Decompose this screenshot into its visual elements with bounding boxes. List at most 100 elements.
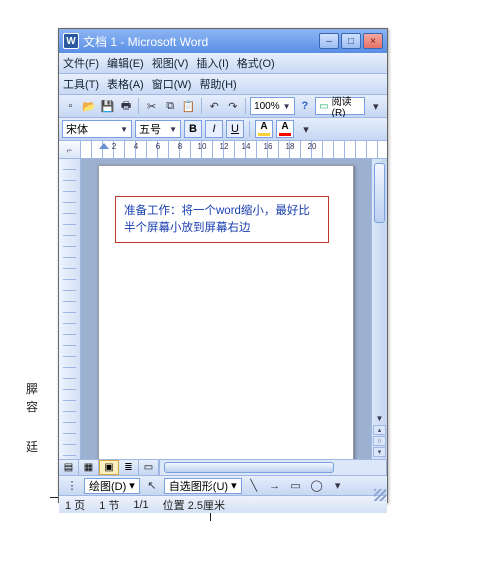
draw-label: 绘图(D) [89,478,126,494]
redo-icon[interactable]: ↷ [225,97,242,115]
drawing-toolbar: ⋮ 绘图(D) ▾ ↖ 自选图形(U) ▾ ╲ → ▭ ◯ ▾ [59,475,387,495]
chevron-down-icon: ▼ [120,125,128,134]
font-name-dropdown[interactable]: 宋体 ▼ [62,120,132,138]
menu-bar-row2: 工具(T) 表格(A) 窗口(W) 帮助(H) [59,74,387,95]
fontcolor-a-icon: A [277,121,293,132]
background-text: 容 [26,398,38,415]
font-name: 宋体 [66,121,88,137]
menu-format[interactable]: 格式(O) [237,55,275,71]
overflow-icon[interactable]: ▾ [367,97,384,115]
print-icon[interactable]: 🖶 [118,97,135,115]
background-text: 臎 [26,380,38,397]
chevron-down-icon: ▾ [129,479,135,492]
menu-table[interactable]: 表格(A) [107,76,144,92]
zoom-dropdown[interactable]: 100% ▼ [250,97,295,115]
browse-object-nav: ▴ ○ ▾ [373,425,386,457]
window-title: 文档 1 - Microsoft Word [83,33,319,50]
status-position: 位置 2.5厘米 [163,497,225,513]
vertical-ruler[interactable] [59,159,81,459]
close-button[interactable]: × [363,33,383,49]
font-color-button[interactable]: A [276,120,294,138]
view-scroll-row: ▤ ▦ ▣ ≣ ▭ [59,459,387,475]
status-page: 1 页 [65,497,85,513]
status-bar: 1 页 1 节 1/1 位置 2.5厘米 [59,495,387,513]
overflow-icon[interactable]: ▾ [329,477,347,495]
oval-icon[interactable]: ◯ [308,477,326,495]
save-icon[interactable]: 💾 [99,97,116,115]
arrow-icon[interactable]: → [266,477,284,495]
line-icon[interactable]: ╲ [245,477,263,495]
highlight-swatch [258,133,270,136]
separator [245,98,246,114]
rectangle-icon[interactable]: ▭ [287,477,305,495]
ruler-track[interactable]: 2468101214161820 [81,141,387,158]
scroll-thumb[interactable] [374,163,385,223]
titlebar[interactable]: W 文档 1 - Microsoft Word – □ × [59,29,387,53]
font-size: 五号 [139,121,161,137]
autoshapes-label: 自选图形(U) [169,478,228,494]
maximize-button[interactable]: □ [341,33,361,49]
normal-view-icon[interactable]: ▤ [59,460,79,475]
horizontal-ruler[interactable]: ⌐ 2468101214161820 [59,141,387,159]
chevron-down-icon: ▼ [169,125,177,134]
document-page[interactable]: 准备工作：将一个word缩小，最好比半个屏幕小放到屏幕右边 [98,165,354,459]
menu-insert[interactable]: 插入(I) [196,55,228,71]
highlight-color-button[interactable]: A [255,120,273,138]
paste-icon[interactable]: 📋 [180,97,197,115]
separator [201,98,202,114]
standard-toolbar: ▫ 📂 💾 🖶 ✂ ⧉ 📋 ↶ ↷ 100% ▼ ? ▭ 阅读(R) ▾ [59,95,387,118]
overflow-icon[interactable]: ▾ [297,120,315,138]
drawing-grip-icon[interactable]: ⋮ [63,477,81,495]
outline-view-icon[interactable]: ≣ [119,460,139,475]
background-text: 廷 [26,438,38,455]
scroll-down-icon[interactable]: ▼ [373,411,386,425]
open-icon[interactable]: 📂 [81,97,98,115]
menu-window[interactable]: 窗口(W) [152,76,192,92]
draw-menu[interactable]: 绘图(D) ▾ [84,478,140,494]
menu-help[interactable]: 帮助(H) [199,76,236,92]
font-size-dropdown[interactable]: 五号 ▼ [135,120,181,138]
browse-object-icon[interactable]: ○ [373,436,386,446]
chevron-down-icon: ▾ [231,479,237,492]
minimize-button[interactable]: – [319,33,339,49]
autoshapes-menu[interactable]: 自选图形(U) ▾ [164,478,242,494]
vertical-scrollbar[interactable]: ▲ ▼ ▴ ○ ▾ [371,159,387,459]
page-viewport[interactable]: 准备工作：将一个word缩小，最好比半个屏幕小放到屏幕右边 [81,159,371,459]
red-textbox[interactable]: 准备工作：将一个word缩小，最好比半个屏幕小放到屏幕右边 [115,196,329,243]
menu-edit[interactable]: 编辑(E) [107,55,144,71]
status-pages: 1/1 [133,499,148,511]
underline-button[interactable]: U [226,120,244,138]
prev-page-icon[interactable]: ▴ [373,425,386,435]
undo-icon[interactable]: ↶ [206,97,223,115]
reading-layout-button[interactable]: ▭ 阅读(R) [315,97,365,115]
help-icon[interactable]: ? [297,97,314,115]
print-layout-view-icon[interactable]: ▣ [99,460,119,475]
textbox-content: 准备工作：将一个word缩小，最好比半个屏幕小放到屏幕右边 [124,205,310,234]
menu-bar: 文件(F) 编辑(E) 视图(V) 插入(I) 格式(O) [59,53,387,74]
fontcolor-swatch [279,133,291,136]
bold-button[interactable]: B [184,120,202,138]
word-app-icon: W [63,33,79,49]
web-view-icon[interactable]: ▦ [79,460,99,475]
separator [138,98,139,114]
highlight-a-icon: A [256,121,272,132]
cut-icon[interactable]: ✂ [143,97,160,115]
next-page-icon[interactable]: ▾ [373,447,386,457]
hscroll-thumb[interactable] [164,462,334,473]
ruler-numbers: 2468101214161820 [81,142,387,151]
menu-view[interactable]: 视图(V) [152,55,189,71]
italic-button[interactable]: I [205,120,223,138]
tab-type-selector[interactable]: ⌐ [59,141,81,158]
reading-view-icon[interactable]: ▭ [139,460,159,475]
new-doc-icon[interactable]: ▫ [62,97,79,115]
formatting-toolbar: 宋体 ▼ 五号 ▼ B I U A A ▾ [59,118,387,141]
menu-file[interactable]: 文件(F) [63,55,99,71]
status-section: 1 节 [99,497,119,513]
document-area: 准备工作：将一个word缩小，最好比半个屏幕小放到屏幕右边 ▲ ▼ ▴ ○ ▾ [59,159,387,459]
read-label: 阅读(R) [332,95,362,118]
resize-grip[interactable] [374,489,386,501]
horizontal-scrollbar[interactable] [159,460,387,475]
copy-icon[interactable]: ⧉ [162,97,179,115]
menu-tools[interactable]: 工具(T) [63,76,99,92]
select-objects-icon[interactable]: ↖ [143,477,161,495]
